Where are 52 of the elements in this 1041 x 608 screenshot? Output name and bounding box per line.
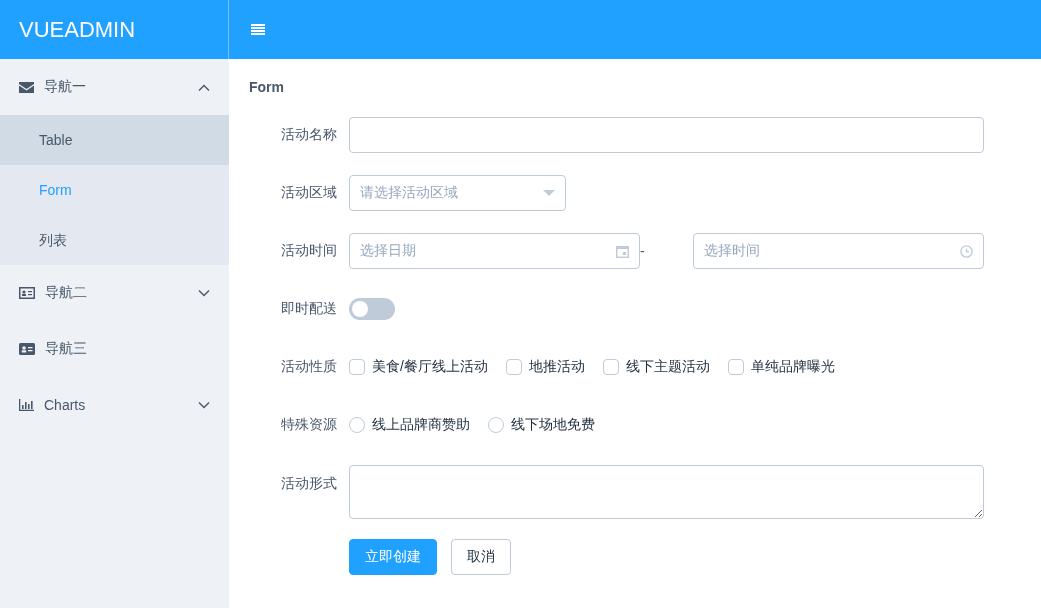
bar-chart-icon	[19, 399, 34, 411]
checkbox[interactable]	[505, 359, 522, 375]
nav-label: 导航二	[45, 284, 88, 302]
nav-label: 导航一	[44, 78, 87, 96]
toggle-switch[interactable]	[349, 298, 395, 320]
separator-text: -	[640, 243, 646, 259]
field-label: 活动名称	[280, 126, 338, 144]
checkbox[interactable]	[349, 359, 365, 375]
checkbox-option[interactable]: 单纯品牌曝光	[727, 358, 835, 376]
menu-icon[interactable]	[251, 24, 265, 35]
id-card-icon	[19, 343, 35, 355]
placeholder-text: 请选择活动区域	[360, 184, 458, 202]
nav-item[interactable]: 导航三	[0, 321, 229, 377]
nav-item[interactable]: Charts	[0, 377, 229, 433]
input-field[interactable]	[349, 117, 984, 153]
checkbox-option[interactable]: 美食/餐厅线上活动	[349, 358, 488, 376]
nav-label: 导航三	[45, 340, 88, 358]
field-label: 即时配送	[280, 300, 338, 318]
radio-option[interactable]: 线下场地免费	[488, 416, 595, 434]
textarea-field[interactable]	[349, 465, 984, 519]
field-label: 活动区域	[280, 184, 338, 202]
option-label: 美食/餐厅线上活动	[372, 358, 488, 376]
checkbox-option[interactable]: 地推活动	[505, 358, 585, 376]
radio-option[interactable]: 线上品牌商赞助	[349, 416, 470, 434]
nav-label: Charts	[44, 397, 87, 413]
placeholder-text: 选择时间	[704, 242, 760, 260]
checkbox[interactable]	[602, 359, 619, 375]
checkbox[interactable]	[727, 359, 744, 375]
nav-item[interactable]: 导航二	[0, 265, 229, 321]
nav-item[interactable]: 导航一	[0, 59, 229, 115]
cancel-button[interactable]: 取消	[451, 539, 511, 575]
page-title: Form	[249, 79, 285, 96]
field-label: 特殊资源	[280, 416, 338, 434]
clock-icon	[960, 244, 973, 258]
option-label: 地推活动	[528, 358, 585, 376]
checkbox-option[interactable]: 线下主题活动	[602, 358, 710, 376]
option-label: 线上品牌商赞助	[372, 416, 470, 434]
option-label: 单纯品牌曝光	[750, 358, 835, 376]
field-label: 活动时间	[280, 242, 338, 260]
radio-button[interactable]	[488, 417, 504, 433]
field-label: 活动形式	[280, 474, 338, 493]
field-label: 活动性质	[280, 358, 338, 376]
placeholder-text: 选择日期	[360, 242, 416, 260]
radio-button[interactable]	[349, 417, 365, 433]
caret-icon	[543, 190, 555, 196]
option-label: 线下场地免费	[511, 416, 595, 434]
id-card-icon	[19, 287, 35, 299]
submenu-item[interactable]: 列表	[0, 215, 229, 265]
submenu-item[interactable]: Table	[0, 115, 229, 165]
calendar-icon	[616, 244, 629, 258]
envelope-icon	[19, 81, 34, 93]
option-label: 线下主题活动	[625, 358, 710, 376]
